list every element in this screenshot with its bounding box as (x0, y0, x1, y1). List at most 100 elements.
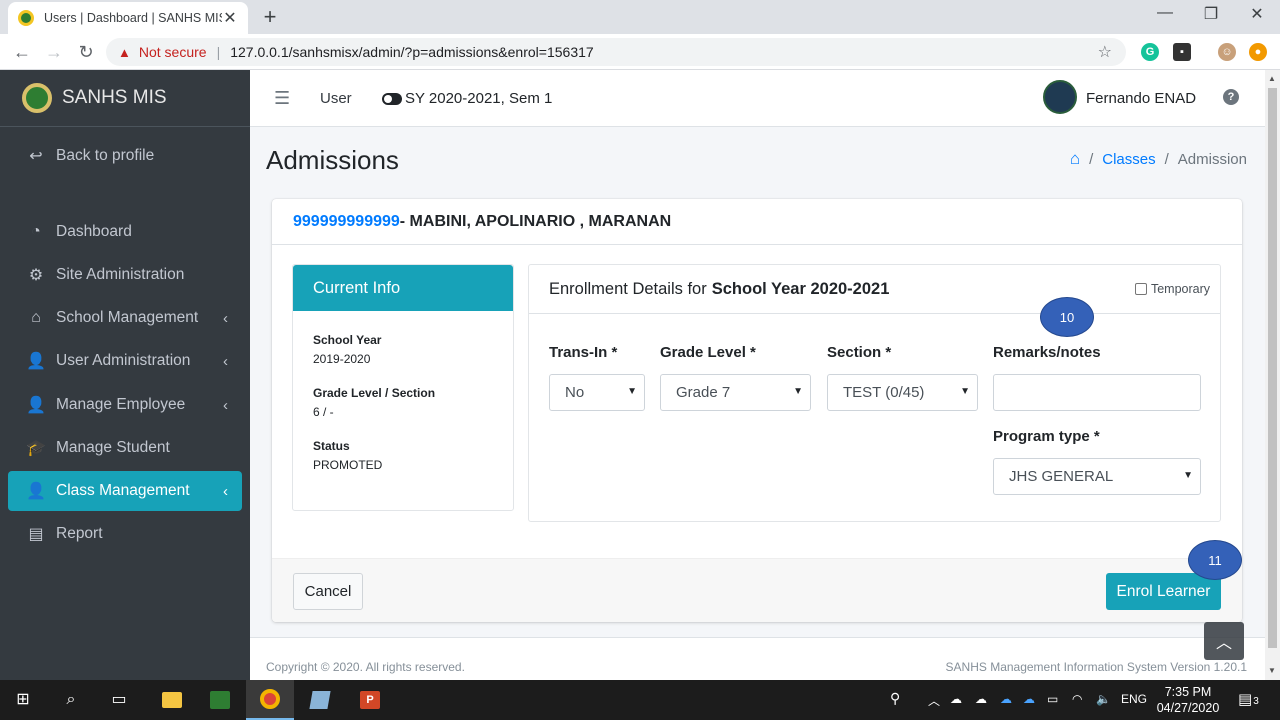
cloud-icon[interactable]: ☁ (975, 692, 987, 706)
notification-center-icon[interactable]: ▤3 (1238, 690, 1259, 708)
avatar[interactable] (1043, 80, 1077, 114)
user-tie-icon: 👤 (26, 397, 46, 414)
notification-count: 3 (1253, 696, 1259, 707)
forward-arrow-icon[interactable]: → (42, 40, 66, 64)
windows-taskbar: ⊞ ⌕ ▭ P ⚲ ︿ ☁ ☁ ☁ ☁ ▭ ◠ 🔈 ENG 7:35 PM 04… (0, 680, 1280, 720)
not-secure-label[interactable]: Not secure (139, 44, 207, 60)
scroll-up-icon[interactable]: ▲ (1268, 74, 1276, 83)
student-lrn-link[interactable]: 999999999999 (293, 213, 400, 231)
school-year-label: School Year (313, 333, 382, 347)
toggle-icon (382, 92, 402, 105)
program-type-select[interactable]: JHS GENERAL ▼ (993, 458, 1201, 495)
section-value: TEST (0/45) (843, 384, 925, 401)
graduate-icon: 🎓 (26, 440, 46, 457)
username[interactable]: Fernando ENAD (1086, 90, 1196, 107)
enrol-learner-button[interactable]: Enrol Learner (1106, 573, 1221, 610)
breadcrumb-divider: / (1089, 150, 1094, 168)
close-tab-icon[interactable]: ✕ (222, 8, 238, 28)
sidebar-item-label: Site Administration (56, 266, 185, 283)
language-indicator[interactable]: ENG (1121, 692, 1147, 706)
sidebar-item-label: School Management (56, 309, 199, 326)
system-clock[interactable]: 7:35 PM 04/27/2020 (1152, 684, 1224, 716)
extension-icon[interactable]: ▪ (1173, 43, 1191, 61)
search-icon[interactable]: ⌕ (60, 690, 82, 710)
checkbox-icon[interactable] (1134, 283, 1147, 295)
back-to-profile-label: Back to profile (56, 147, 155, 164)
grade-level-select[interactable]: Grade 7 ▼ (660, 374, 811, 411)
cloud-upload-icon[interactable]: ☁ (950, 692, 962, 706)
dropdown-arrow-icon: ▼ (960, 386, 970, 397)
sidebar-item-dashboard[interactable]: ◔ Dashboard (8, 212, 242, 252)
sidebar-item-school-management[interactable]: ⌂ School Management ‹ (8, 298, 242, 338)
chalkboard-teacher-icon: 👤 (26, 483, 46, 500)
chevron-left-icon: ‹ (223, 309, 228, 327)
onedrive-business-icon[interactable]: ☁ (1023, 692, 1035, 706)
wifi-icon[interactable]: ◠ (1072, 692, 1082, 706)
cancel-button[interactable]: Cancel (293, 573, 363, 610)
people-icon[interactable]: ⚲ (890, 690, 900, 707)
dropdown-arrow-icon: ▼ (627, 386, 637, 397)
temporary-checkbox[interactable]: Temporary (1134, 282, 1210, 296)
volume-icon[interactable]: 🔈 (1096, 692, 1111, 706)
school-year-toggle[interactable]: SY 2020-2021, Sem 1 (382, 90, 552, 107)
hamburger-menu-icon[interactable]: ☰ (274, 88, 290, 109)
section-select[interactable]: TEST (0/45) ▼ (827, 374, 978, 411)
student-header: 999999999999 - MABINI, APOLINARIO , MARA… (272, 199, 1242, 245)
notepad-app-icon[interactable] (296, 680, 344, 720)
close-window-icon[interactable]: ✕ (1234, 4, 1280, 28)
spreadsheet-app-icon[interactable] (196, 680, 244, 720)
url-input[interactable]: ▲ Not secure | 127.0.0.1/sanhsmisx/admin… (106, 38, 1126, 66)
sidebar-item-manage-student[interactable]: 🎓 Manage Student (8, 428, 242, 468)
back-to-profile-link[interactable]: ↩ Back to profile (8, 136, 242, 176)
bookmark-star-icon[interactable]: ☆ (1098, 42, 1112, 62)
url-text: 127.0.0.1/sanhsmisx/admin/?p=admissions&… (230, 44, 594, 60)
step-marker-10: 10 (1040, 297, 1094, 337)
brand-link[interactable]: SANHS MIS (0, 70, 250, 127)
sidebar-item-label: Manage Student (56, 439, 170, 456)
profile-avatar-icon[interactable]: ☺ (1218, 43, 1236, 61)
remarks-input[interactable] (993, 374, 1201, 411)
reload-icon[interactable]: ↻ (74, 40, 98, 64)
scroll-down-icon[interactable]: ▼ (1268, 666, 1276, 675)
home-icon[interactable]: ⌂ (1070, 149, 1080, 169)
trans-in-select[interactable]: No ▼ (549, 374, 645, 411)
grammarly-extension-icon[interactable]: G (1141, 43, 1159, 61)
page-scrollbar[interactable]: ▲ ▼ (1265, 70, 1280, 680)
sidebar: SANHS MIS ↩ Back to profile ◔ Dashboard … (0, 70, 250, 680)
school-year-label: SY 2020-2021, Sem 1 (405, 90, 553, 107)
scrollbar-thumb[interactable] (1268, 88, 1277, 648)
sidebar-item-site-administration[interactable]: ⚙ Site Administration (8, 255, 242, 295)
breadcrumb-classes-link[interactable]: Classes (1102, 151, 1155, 168)
minimize-icon[interactable]: — (1142, 4, 1188, 28)
help-icon[interactable]: ? (1223, 89, 1239, 105)
restore-icon[interactable]: ❐ (1188, 4, 1234, 28)
trans-in-label: Trans-In * (549, 344, 618, 361)
sidebar-item-manage-employee[interactable]: 👤 Manage Employee ‹ (8, 385, 242, 425)
program-type-label: Program type * (993, 428, 1100, 445)
back-arrow-icon[interactable]: ← (10, 40, 34, 64)
enrollment-header-year: School Year 2020-2021 (711, 279, 890, 298)
battery-icon[interactable]: ▭ (1047, 692, 1058, 706)
onedrive-icon[interactable]: ☁ (1000, 692, 1012, 706)
chevron-up-icon[interactable]: ︿ (928, 692, 940, 709)
update-icon[interactable]: ● (1249, 43, 1267, 61)
sidebar-item-user-administration[interactable]: 👤 User Administration ‹ (8, 341, 242, 381)
task-view-icon[interactable]: ▭ (108, 690, 130, 710)
chrome-browser-icon[interactable] (246, 680, 294, 720)
user-nav-link[interactable]: User (320, 90, 352, 107)
scroll-to-top-button[interactable]: ︿ (1204, 622, 1244, 660)
page-footer: Copyright © 2020. All rights reserved. S… (250, 637, 1265, 680)
url-separator: | (216, 44, 221, 60)
copyright-text: Copyright © 2020. All rights reserved. (266, 660, 465, 674)
file-icon: ▤ (28, 526, 44, 543)
sidebar-item-class-management[interactable]: 👤 Class Management ‹ (8, 471, 242, 511)
file-explorer-icon[interactable] (148, 680, 196, 720)
breadcrumb: ⌂ / Classes / Admission (1070, 149, 1247, 169)
windows-start-icon[interactable]: ⊞ (12, 690, 34, 710)
address-bar: ← → ↻ ▲ Not secure | 127.0.0.1/sanhsmisx… (0, 34, 1280, 70)
sidebar-item-report[interactable]: ▤ Report (8, 514, 242, 554)
powerpoint-icon[interactable]: P (346, 680, 394, 720)
new-tab-button[interactable]: + (258, 4, 282, 30)
browser-tab[interactable]: Users | Dashboard | SANHS MIS ✕ (8, 2, 248, 34)
enrollment-details-panel: Enrollment Details for School Year 2020-… (528, 264, 1221, 522)
